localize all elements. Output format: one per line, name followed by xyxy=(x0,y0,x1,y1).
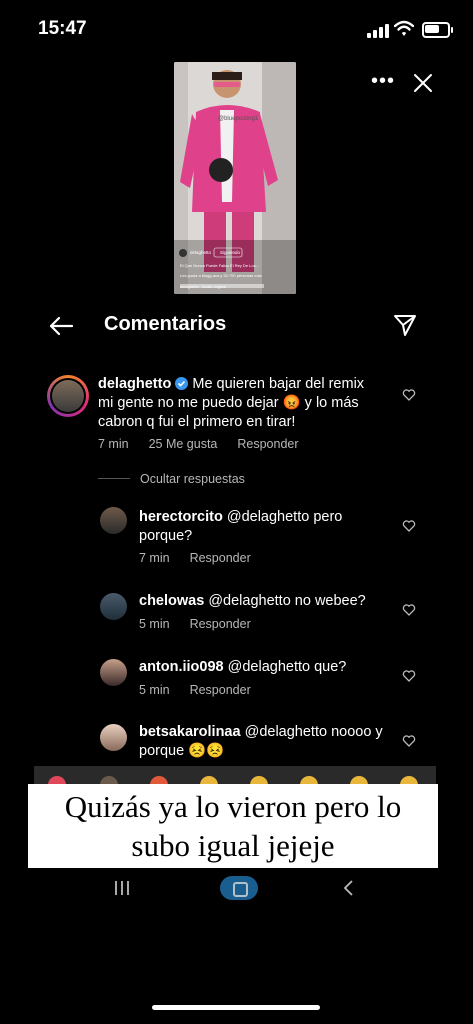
page-title: Comentarios xyxy=(104,313,227,335)
reply-username[interactable]: chelowas xyxy=(139,593,204,609)
reply-button[interactable]: Responder xyxy=(237,437,298,451)
comment-text-line-2: mi gente no me puedo dejar 😡 y lo más xyxy=(98,395,359,411)
back-arrow-icon[interactable] xyxy=(48,315,74,337)
comment-body: delaghetto Me quieren bajar del remix mi… xyxy=(98,375,388,432)
comment-meta: 7 min 25 Me gusta Responder xyxy=(98,437,319,451)
home-indicator[interactable] xyxy=(152,1005,320,1010)
divider xyxy=(98,478,130,479)
avatar[interactable] xyxy=(100,659,127,686)
reply-time: 5 min xyxy=(139,683,170,697)
reply-meta: 5 min Responder xyxy=(139,617,271,631)
reply-body: anton.iio098 @delaghetto que? xyxy=(139,658,389,677)
reply-text-line-1: @delaghetto no webee? xyxy=(208,593,366,609)
reply-button[interactable]: Responder xyxy=(190,617,251,631)
comment-text-line-3: cabron q fui el primero en tirar! xyxy=(98,414,296,430)
android-nav-bar xyxy=(34,868,436,908)
reply-username[interactable]: anton.iio098 xyxy=(139,659,224,675)
comment-likes[interactable]: 25 Me gusta xyxy=(149,437,218,451)
recent-apps-icon[interactable] xyxy=(114,880,130,896)
close-icon[interactable] xyxy=(412,72,434,94)
banner-line-1: Quizás ya lo vieron pero lo xyxy=(64,789,402,824)
wifi-icon xyxy=(394,20,414,36)
status-time: 15:47 xyxy=(38,18,87,39)
heart-icon[interactable] xyxy=(402,603,416,617)
reply-body: betsakarolinaa @delaghetto noooo y porqu… xyxy=(139,723,394,761)
send-icon[interactable] xyxy=(393,313,417,337)
more-icon[interactable]: ••• xyxy=(371,70,395,93)
reply-text-line-1: @delaghetto pero xyxy=(226,509,343,525)
reply-text-line-1: @delaghetto noooo y xyxy=(244,724,383,740)
reply-time: 5 min xyxy=(139,617,170,631)
reply-button[interactable]: Responder xyxy=(190,683,251,697)
heart-icon[interactable] xyxy=(402,669,416,683)
video-audio: delaghetto · Audio original xyxy=(180,284,227,289)
comment-time: 7 min xyxy=(98,437,129,451)
video-username: delaghetto xyxy=(190,250,212,255)
reply-button[interactable]: Responder xyxy=(190,551,251,565)
avatar[interactable] xyxy=(100,724,127,751)
reply-meta: 5 min Responder xyxy=(139,683,271,697)
reply-body: herectorcito @delaghetto pero porque? xyxy=(139,508,389,546)
verified-icon xyxy=(175,377,189,390)
video-follow-button[interactable]: Siguiendo xyxy=(220,250,240,255)
emoji-reaction-bar xyxy=(34,766,436,794)
reply-text-line-1: @delaghetto que? xyxy=(227,659,347,675)
video-caption: El Que Nunca Puede Faltar El Rey De Los.… xyxy=(180,263,259,268)
reply-username[interactable]: herectorcito xyxy=(139,509,223,525)
hide-replies-button[interactable]: Ocultar respuestas xyxy=(140,472,245,486)
chevron-left-icon[interactable] xyxy=(342,880,354,896)
cellular-signal-icon xyxy=(367,24,389,38)
avatar[interactable] xyxy=(100,507,127,534)
reply-meta: 7 min Responder xyxy=(139,551,271,565)
comment-text-line-1: Me quieren bajar del remix xyxy=(192,376,365,392)
battery-icon xyxy=(422,22,453,38)
heart-icon[interactable] xyxy=(402,734,416,748)
video-preview[interactable]: @blueposting1 delaghetto Siguiendo El Qu… xyxy=(174,62,296,294)
heart-icon[interactable] xyxy=(402,388,416,402)
reply-time: 7 min xyxy=(139,551,170,565)
reply-body: chelowas @delaghetto no webee? xyxy=(139,592,389,611)
heart-icon[interactable] xyxy=(402,519,416,533)
video-person-image xyxy=(174,62,296,294)
comment-username[interactable]: delaghetto xyxy=(98,376,171,392)
video-liked-by: Les gusta a blugg.aca y 32.700 personas … xyxy=(180,273,262,278)
reply-text-line-2: porque? xyxy=(139,528,193,544)
video-watermark: @blueposting1 xyxy=(218,116,259,122)
reply-text-line-2: porque 😣😣 xyxy=(139,743,225,759)
reply-username[interactable]: betsakarolinaa xyxy=(139,724,241,740)
story-text-banner: Quizás ya lo vieron pero lo subo igual j… xyxy=(28,784,438,868)
home-button[interactable] xyxy=(220,876,258,900)
banner-line-2: subo igual jejeje xyxy=(131,828,335,863)
avatar[interactable] xyxy=(100,593,127,620)
avatar[interactable] xyxy=(47,375,89,417)
